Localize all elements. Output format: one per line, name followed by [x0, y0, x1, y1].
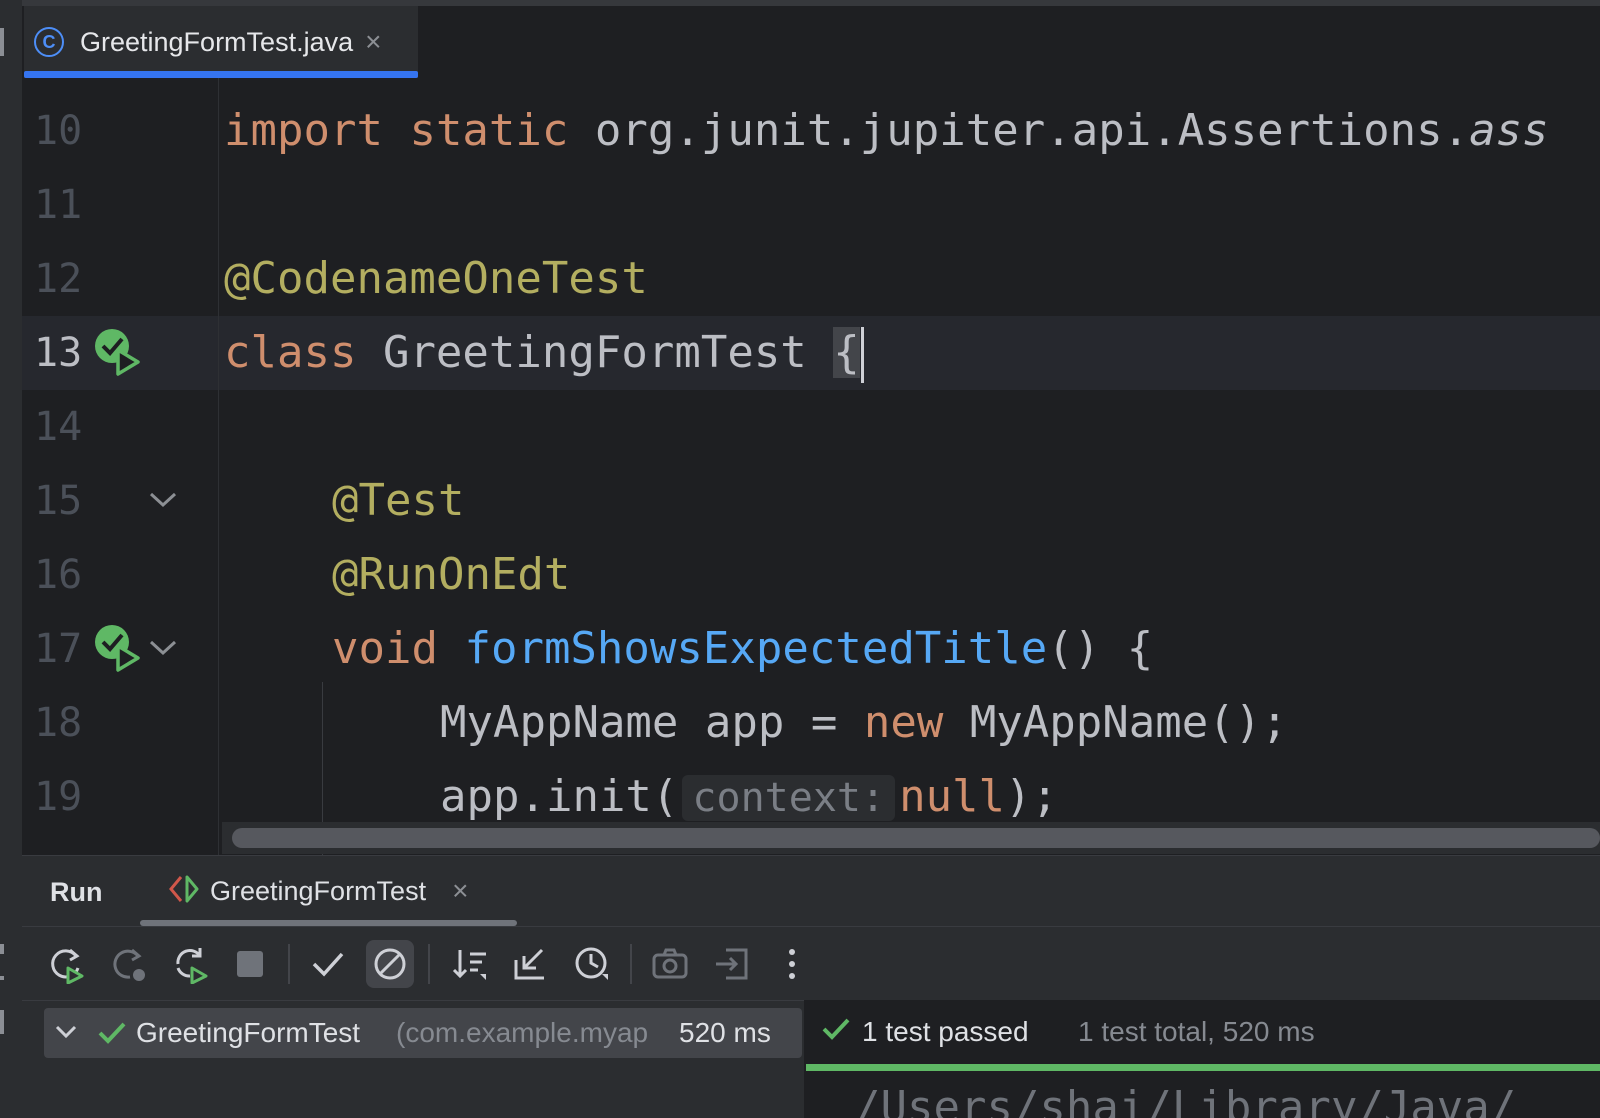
check-icon	[820, 1014, 852, 1049]
rerun-icon[interactable]	[42, 940, 90, 988]
code-line: 17 void formShowsExpectedTitle() {	[22, 612, 1600, 686]
ide-window: C GreetingFormTest.java × 10 import stat…	[0, 0, 1600, 1118]
run-test-passed-icon[interactable]	[94, 328, 146, 383]
annotation: @Test	[332, 475, 465, 526]
method-name: formShowsExpectedTitle	[464, 623, 1048, 674]
punctuation: );	[1005, 771, 1059, 822]
class-name: GreetingFormTest	[382, 327, 807, 378]
active-tab-indicator	[24, 71, 418, 78]
line-number: 15	[34, 478, 83, 524]
run-config-tab[interactable]: GreetingFormTest ×	[140, 856, 517, 926]
show-ignored-icon[interactable]	[366, 940, 414, 988]
run-test-passed-icon[interactable]	[94, 624, 146, 679]
code-line: 12 @CodenameOneTest	[22, 242, 1600, 316]
run-config-label: GreetingFormTest	[210, 875, 427, 906]
line-number: 19	[34, 774, 83, 820]
show-passed-icon[interactable]	[304, 940, 352, 988]
code-line: 16 @RunOnEdt	[22, 538, 1600, 612]
strip-marker	[0, 944, 4, 954]
toolbar-separator	[630, 944, 632, 984]
test-history-icon[interactable]	[568, 940, 616, 988]
console-output: /Users/shai/Library/Java/	[854, 1082, 1517, 1118]
run-panel-title: Run	[50, 877, 103, 907]
keyword: new	[863, 697, 944, 748]
collapse-icon[interactable]	[506, 940, 554, 988]
export-icon[interactable]	[708, 940, 756, 988]
screenshot-icon[interactable]	[646, 940, 694, 988]
code-line: 14	[22, 390, 1600, 464]
test-progress-bar	[806, 1064, 1600, 1071]
code-line: 15 @Test	[22, 464, 1600, 538]
line-number: 10	[34, 108, 83, 154]
identifier: ass	[1469, 105, 1549, 156]
annotation: @CodenameOneTest	[224, 253, 648, 304]
toolbar-separator	[428, 944, 430, 984]
matched-brace: {	[833, 327, 860, 378]
editor-tab-label: GreetingFormTest.java	[80, 26, 354, 57]
line-number: 14	[34, 404, 83, 450]
code-text: void formShowsExpectedTitle() {	[332, 612, 1153, 686]
left-tool-strip	[0, 0, 22, 1118]
code-line: 18 MyAppName app = new MyAppName();	[22, 686, 1600, 760]
test-output-area: 1 test passed 1 test total, 520 ms /User…	[806, 1000, 1600, 1118]
stop-icon[interactable]	[226, 940, 274, 988]
more-icon[interactable]	[768, 940, 816, 988]
keyword: class	[224, 327, 357, 378]
strip-marker	[0, 976, 4, 980]
fold-chevron-icon[interactable]	[148, 638, 178, 663]
editor-tab-greetingformtest[interactable]: C GreetingFormTest.java ×	[24, 6, 418, 78]
code-line: 11	[22, 168, 1600, 242]
strip-marker	[0, 1010, 4, 1034]
keyword: null	[899, 771, 1006, 822]
code-text: MyAppName app = new MyAppName();	[440, 686, 1288, 760]
close-icon[interactable]: ×	[452, 875, 468, 907]
horizontal-scrollbar[interactable]	[222, 822, 1600, 854]
test-tree-row[interactable]: GreetingFormTest (com.example.myap 520 m…	[44, 1008, 802, 1058]
toggle-auto-test-icon[interactable]	[166, 940, 214, 988]
line-number: 16	[34, 552, 83, 598]
test-duration: 520 ms	[679, 1017, 771, 1048]
active-tab-indicator	[140, 920, 517, 926]
class-icon: C	[34, 27, 64, 57]
run-toolbar	[22, 928, 1600, 1001]
tests-passed-label: 1 test passed	[862, 1016, 1029, 1047]
test-package: (com.example.myap	[396, 1017, 649, 1048]
line-number: 12	[34, 256, 83, 302]
identifier: app.init(	[440, 771, 679, 822]
punctuation: () {	[1047, 623, 1154, 674]
keyword: import	[224, 105, 383, 156]
chevron-down-icon[interactable]	[52, 1020, 80, 1049]
test-class-name: GreetingFormTest	[136, 1017, 361, 1048]
annotation: @RunOnEdt	[332, 549, 571, 600]
identifier: org.junit.jupiter.api.Assertions.	[594, 105, 1470, 156]
code-line: 10 import static org.junit.jupiter.api.A…	[22, 94, 1600, 168]
tests-total-label: 1 test total, 520 ms	[1078, 1016, 1315, 1047]
code-text: class GreetingFormTest {	[224, 316, 864, 390]
toolbar-separator	[288, 944, 290, 984]
junit-icon	[168, 875, 200, 908]
test-passed-check-icon	[96, 1018, 128, 1053]
close-icon[interactable]: ×	[365, 26, 381, 58]
run-tab-bar: Run GreetingFormTest ×	[22, 856, 1600, 927]
keyword: static	[409, 105, 569, 156]
code-line: 13 class GreetingFormTest {	[22, 316, 1600, 390]
identifier: MyAppName();	[943, 697, 1288, 748]
keyword: void	[332, 623, 438, 674]
run-tool-window: Run GreetingFormTest × GreetingFormTest …	[22, 855, 1600, 1118]
code-editor[interactable]: 10 import static org.junit.jupiter.api.A…	[22, 78, 1600, 855]
identifier: MyAppName app =	[440, 697, 864, 748]
sort-icon[interactable]	[446, 940, 494, 988]
text-caret	[860, 327, 864, 383]
strip-marker	[0, 28, 4, 56]
fold-chevron-icon[interactable]	[148, 490, 178, 515]
line-number: 11	[34, 182, 83, 228]
scrollbar-thumb[interactable]	[232, 828, 1600, 848]
parameter-hint: context:	[682, 775, 896, 821]
editor-tab-bar: C GreetingFormTest.java ×	[22, 6, 1600, 79]
rerun-failed-icon[interactable]	[104, 940, 152, 988]
line-number: 18	[34, 700, 83, 746]
code-text: import static org.junit.jupiter.api.Asse…	[224, 94, 1549, 168]
